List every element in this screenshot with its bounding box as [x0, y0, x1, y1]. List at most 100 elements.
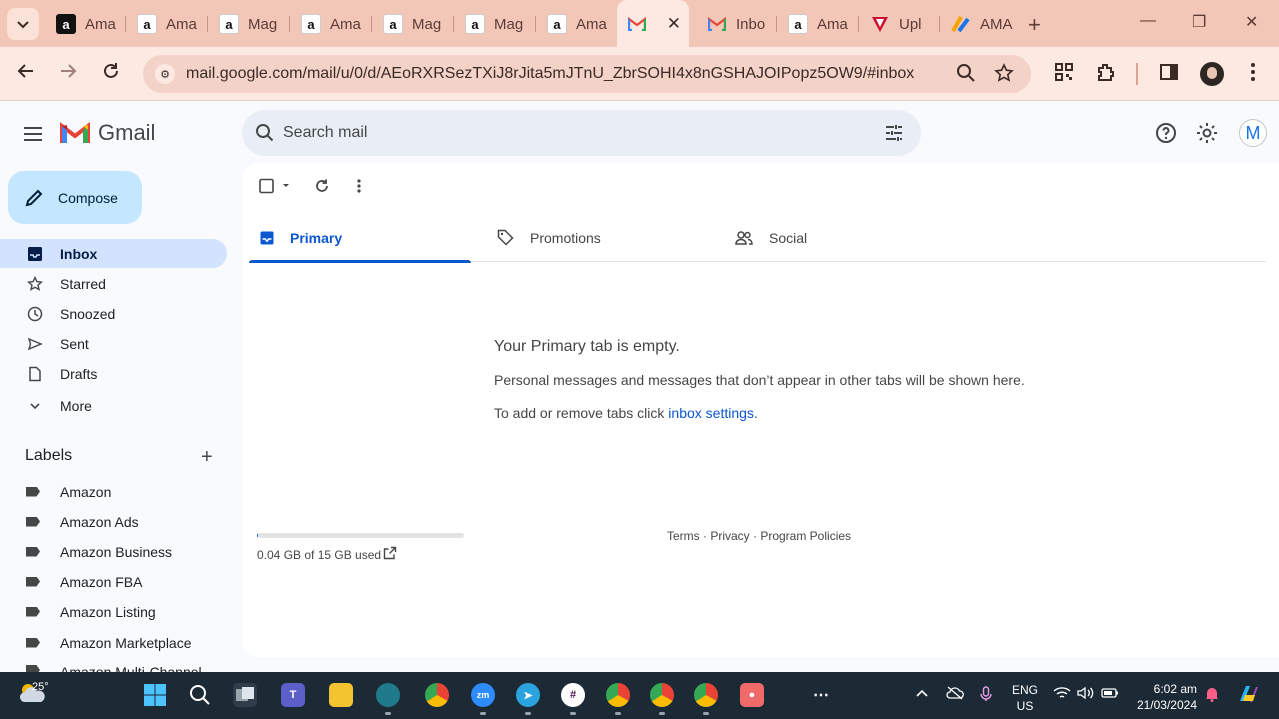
bookmark-star-icon[interactable]	[994, 63, 1014, 88]
tab-promotions[interactable]: Promotions	[497, 213, 727, 262]
refresh-icon[interactable]	[314, 178, 330, 199]
extensions-icon[interactable]	[1096, 62, 1116, 87]
open-external-icon[interactable]	[383, 546, 397, 560]
label-item[interactable]: Amazon Multi-Channel	[0, 658, 227, 672]
new-tab-button[interactable]: +	[1028, 12, 1041, 38]
chrome-profile-icon[interactable]	[694, 683, 718, 707]
browser-tab[interactable]: Upl	[860, 8, 940, 40]
browser-tab[interactable]: a Mag	[373, 8, 454, 40]
main-menu-icon[interactable]	[24, 123, 44, 143]
more-apps-icon[interactable]: ⋯	[809, 683, 833, 707]
taskbar-search-icon[interactable]	[188, 683, 212, 707]
search-input[interactable]	[283, 110, 843, 156]
label-item[interactable]: Amazon FBA	[0, 567, 227, 596]
help-icon[interactable]	[1154, 121, 1178, 145]
language-indicator[interactable]: ENG US	[1012, 682, 1038, 714]
close-window-button[interactable]: ✕	[1245, 12, 1258, 32]
browser-profile-avatar[interactable]	[1200, 62, 1224, 86]
reload-icon	[104, 63, 118, 78]
chrome-profile-icon[interactable]	[606, 683, 630, 707]
label-item[interactable]: Amazon Listing	[0, 597, 227, 626]
inbox-settings-link[interactable]: inbox settings	[668, 405, 754, 421]
task-view-icon[interactable]	[233, 683, 257, 707]
search-options-icon[interactable]	[883, 122, 905, 144]
label-item[interactable]: Amazon Ads	[0, 507, 227, 536]
asana-icon[interactable]: ●	[740, 683, 764, 707]
restore-button[interactable]: ❐	[1192, 12, 1206, 32]
add-label-button[interactable]: +	[201, 446, 213, 469]
label-item[interactable]: Amazon Business	[0, 537, 227, 566]
chrome-profile-icon[interactable]	[650, 683, 674, 707]
search-icon[interactable]	[254, 122, 276, 144]
telegram-icon[interactable]: ➤	[516, 683, 540, 707]
browser-tab[interactable]: a Ama	[127, 8, 208, 40]
label-item[interactable]: Amazon	[0, 477, 227, 506]
nav-label: Starred	[60, 275, 106, 292]
onedrive-icon[interactable]	[946, 686, 964, 703]
edge-icon[interactable]	[376, 683, 400, 707]
account-avatar[interactable]: M	[1239, 119, 1267, 147]
chrome-icon[interactable]	[425, 683, 449, 707]
running-indicator	[385, 712, 391, 715]
nav-item-drafts[interactable]: Drafts	[0, 359, 227, 388]
copilot-icon[interactable]	[1236, 683, 1260, 708]
minimize-button[interactable]: —	[1140, 12, 1156, 30]
qr-code-icon[interactable]	[1054, 62, 1074, 87]
browser-tab[interactable]: a Ama	[46, 8, 126, 40]
browser-tab-active[interactable]: ✕	[617, 0, 689, 47]
nav-item-snoozed[interactable]: Snoozed	[0, 299, 227, 328]
nav-item-starred[interactable]: Starred	[0, 269, 227, 298]
more-options-icon[interactable]	[356, 178, 362, 199]
side-panel-icon[interactable]	[1159, 62, 1179, 87]
empty-state-settings-line: To add or remove tabs click inbox settin…	[494, 405, 758, 421]
slack-icon[interactable]: #	[561, 683, 585, 707]
volume-icon[interactable]	[1077, 686, 1095, 703]
back-button[interactable]	[16, 61, 36, 87]
nav-item-sent[interactable]: Sent	[0, 329, 227, 358]
gmail-logo[interactable]: Gmail	[60, 120, 155, 146]
battery-icon[interactable]	[1101, 686, 1119, 703]
tab-title: Ama	[817, 15, 848, 33]
file-explorer-icon[interactable]	[329, 683, 353, 707]
pencil-icon	[25, 189, 43, 206]
forward-button[interactable]	[58, 61, 78, 87]
nav-item-more[interactable]: More	[0, 391, 227, 420]
site-info-icon[interactable]: ⚙	[155, 64, 175, 84]
chevron-up-icon[interactable]	[915, 686, 929, 703]
select-checkbox[interactable]	[258, 178, 292, 199]
notification-bell-icon[interactable]	[1205, 686, 1219, 705]
settings-gear-icon[interactable]	[1195, 121, 1219, 145]
nav-item-inbox[interactable]: Inbox	[0, 239, 227, 268]
close-icon[interactable]: ✕	[667, 14, 681, 34]
footer-links[interactable]: Terms · Privacy · Program Policies	[667, 529, 851, 543]
address-bar[interactable]: ⚙ mail.google.com/mail/u/0/d/AEoRXRSezTX…	[143, 55, 1031, 93]
clock-icon	[26, 305, 44, 323]
label-tag-icon	[26, 637, 40, 648]
browser-tab[interactable]: AMA	[941, 8, 1021, 40]
compose-button[interactable]: Compose	[8, 171, 142, 224]
wifi-icon[interactable]	[1053, 686, 1071, 703]
tab-primary[interactable]: Primary	[249, 213, 471, 263]
reload-button[interactable]	[101, 61, 121, 87]
tab-search-button[interactable]	[7, 8, 39, 40]
browser-tab[interactable]: a Ama	[537, 8, 616, 40]
browser-tab[interactable]: Inbo	[697, 8, 777, 40]
url-text[interactable]: mail.google.com/mail/u/0/d/AEoRXRSezTXiJ…	[186, 65, 946, 83]
tab-social[interactable]: Social	[735, 213, 965, 262]
zoom-app-icon[interactable]: zm	[471, 683, 495, 707]
browser-tab[interactable]: a Mag	[455, 8, 536, 40]
browser-tab[interactable]: a Ama	[291, 8, 372, 40]
microphone-icon[interactable]	[980, 686, 992, 705]
tab-label: Promotions	[530, 229, 601, 246]
more-vert-icon[interactable]	[1250, 62, 1256, 87]
zoom-icon[interactable]	[956, 63, 976, 88]
labels-heading: Labels	[25, 447, 73, 464]
label-item[interactable]: Amazon Marketplace	[0, 628, 227, 657]
browser-tab-strip: a Ama a Ama a Mag a Ama a Mag a Mag a Ama ✕ Inb…	[0, 0, 1279, 47]
clock[interactable]: 6:02 am 21/03/2024	[1130, 681, 1197, 713]
windows-start-icon[interactable]	[143, 683, 167, 707]
search-bar[interactable]	[242, 110, 921, 156]
browser-tab[interactable]: a Mag	[209, 8, 290, 40]
teams-icon[interactable]: T	[281, 683, 305, 707]
browser-tab[interactable]: a Ama	[778, 8, 859, 40]
